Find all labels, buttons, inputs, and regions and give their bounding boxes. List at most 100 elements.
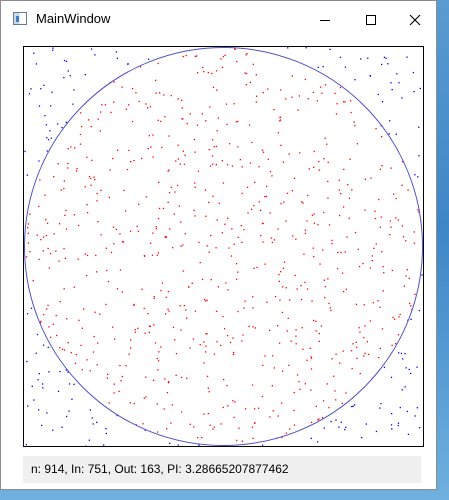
inside-point [331,243,333,245]
inside-point [194,215,196,217]
inside-point [264,196,266,198]
inside-point [217,286,219,288]
inside-point [113,101,115,103]
inside-point [348,217,350,219]
inside-point [160,290,162,292]
title-bar[interactable]: MainWindow [1,1,436,39]
inside-point [125,210,127,212]
inside-point [153,379,155,381]
inside-point [210,234,212,237]
inside-point [328,224,331,226]
inside-point [271,355,274,357]
inside-point [403,285,405,287]
close-button[interactable] [392,1,438,39]
inside-point [70,352,72,354]
inside-point [269,329,271,331]
inside-point [286,330,288,332]
inside-point [157,252,159,254]
inside-point [178,205,180,207]
minimize-button[interactable] [302,1,348,39]
inside-point [193,426,195,428]
inside-point [295,343,297,345]
outside-point [44,115,46,117]
inside-point [401,225,404,227]
inside-point [341,402,343,404]
outside-point [416,407,418,409]
inside-point [154,342,157,344]
inside-point [283,201,285,203]
maximize-button[interactable] [348,1,394,39]
inside-point [379,168,381,170]
inside-point [162,207,165,210]
inside-point [262,91,264,94]
inside-point [355,341,357,343]
outside-point [389,120,391,122]
inside-point [289,428,291,430]
inside-point [271,175,273,177]
inside-point [106,269,108,272]
inside-point [63,349,66,351]
outside-point [116,57,118,59]
inside-point [160,346,162,348]
inside-point [233,351,235,354]
inside-point [79,143,82,145]
inside-point [408,277,410,279]
inside-point [237,120,239,123]
inside-point [285,432,287,434]
outside-point [418,309,421,312]
inside-point [212,86,215,88]
inside-point [379,226,381,228]
inside-point [364,352,366,354]
inside-point [208,251,210,253]
inside-point [186,377,188,379]
inside-point [383,272,385,274]
inside-point [161,146,163,149]
inside-point [25,256,28,258]
inside-point [355,303,358,305]
outside-point [177,444,179,446]
inside-point [401,184,403,186]
inside-point [279,116,281,119]
outside-point [65,60,68,62]
inside-point [296,288,298,290]
outside-point [52,47,54,49]
outside-point [345,426,347,429]
inside-point [83,308,85,310]
inside-point [315,405,317,407]
inside-point [226,384,228,387]
inside-point [356,143,358,145]
inside-point [106,377,109,379]
inside-point [295,335,297,337]
inside-point [233,416,235,419]
inside-point [371,260,373,262]
inside-point [86,254,89,257]
inside-point [338,179,340,181]
outside-point [90,48,93,50]
inside-point [228,143,231,145]
inside-point [101,104,103,106]
inside-point [134,329,136,331]
inside-point [208,391,210,393]
outside-point [105,428,107,430]
inside-point [299,388,301,390]
inside-point [236,278,238,280]
inside-point [245,54,247,56]
inside-point [225,103,228,105]
inside-point [241,241,243,243]
inside-point [251,426,254,428]
inside-point [311,300,313,302]
inside-point [271,241,273,244]
inside-point [157,218,160,220]
inside-point [168,169,170,171]
inside-point [120,380,122,382]
simulation-canvas [23,46,424,447]
inside-point [308,168,310,170]
inside-point [212,195,214,197]
inside-point [27,242,30,244]
inside-point [86,204,88,206]
inside-point [335,399,337,401]
outside-point [379,407,381,409]
inside-point [375,128,377,130]
inside-point [126,168,129,171]
inside-point [315,320,317,322]
